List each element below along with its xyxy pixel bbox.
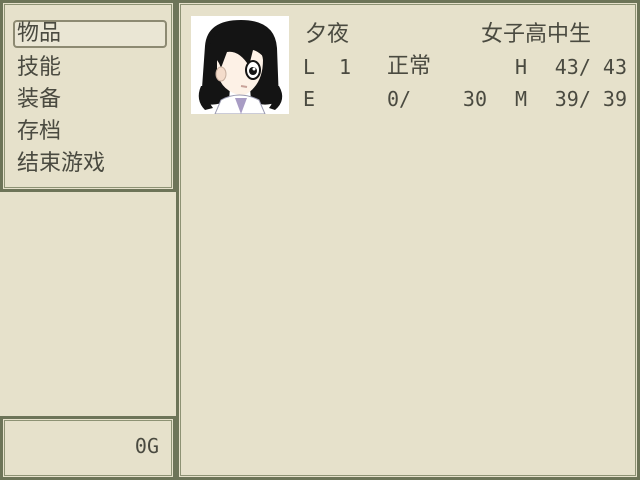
exp-next: 30 <box>462 87 487 111</box>
menu-item-equipment[interactable]: 装备 <box>13 86 167 114</box>
level-label: L <box>303 55 316 79</box>
exp-current: 0/ <box>387 87 412 111</box>
actor-class: 女子高中生 <box>481 22 592 47</box>
level-value: 1 <box>339 55 352 79</box>
gold-amount: 0G <box>134 434 159 458</box>
mp-value: 39/ 39 <box>554 87 627 111</box>
hp-label: H <box>515 55 528 79</box>
menu-item-end-game[interactable]: 结束游戏 <box>13 150 167 178</box>
party-status-window: 夕夜 女子高中生 L 1 正常 H 43/ 43 E 0/ 30 M 39/ 3… <box>176 0 640 480</box>
gold-window: 0G <box>0 416 176 480</box>
menu-item-items[interactable]: 物品 <box>13 20 167 48</box>
character-face-portrait <box>191 16 289 114</box>
actor-state: 正常 <box>387 54 432 79</box>
menu-item-save[interactable]: 存档 <box>13 118 167 146</box>
hp-value: 43/ 43 <box>554 55 627 79</box>
command-menu-window: 物品 技能 装备 存档 结束游戏 <box>0 0 176 192</box>
actor-name: 夕夜 <box>305 22 350 47</box>
menu-item-skills[interactable]: 技能 <box>13 54 167 82</box>
exp-label: E <box>303 87 316 111</box>
mp-label: M <box>515 87 528 111</box>
